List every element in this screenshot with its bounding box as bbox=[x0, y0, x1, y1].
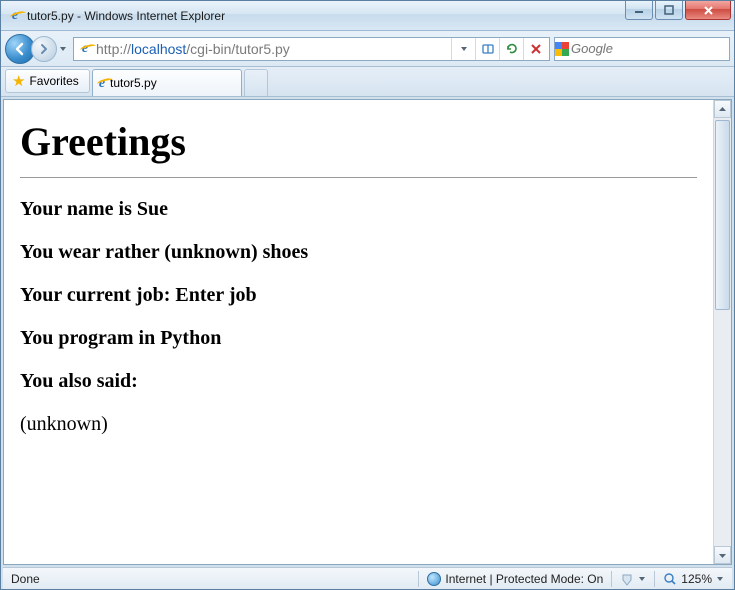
zoom-value: 125% bbox=[681, 572, 712, 586]
content-area: Greetings Your name is Sue You wear rath… bbox=[3, 99, 732, 565]
line-shoes: You wear rather (unknown) shoes bbox=[20, 241, 697, 264]
tab-bar: ★ Favorites e tutor5.py bbox=[1, 67, 734, 97]
stop-button[interactable] bbox=[523, 38, 547, 60]
status-protected-toggle[interactable] bbox=[612, 568, 654, 589]
search-input[interactable] bbox=[569, 40, 735, 57]
url-text[interactable]: http://localhost/cgi-bin/tutor5.py bbox=[94, 41, 451, 57]
tab-favicon: e bbox=[99, 76, 105, 91]
navigation-toolbar: e http://localhost/cgi-bin/tutor5.py bbox=[1, 31, 734, 67]
shield-icon bbox=[620, 572, 634, 586]
line-unknown: (unknown) bbox=[20, 413, 697, 436]
window-buttons bbox=[623, 1, 731, 21]
scroll-thumb[interactable] bbox=[715, 120, 730, 310]
scroll-down-button[interactable] bbox=[714, 546, 731, 564]
chevron-down-icon bbox=[638, 575, 646, 583]
line-job: Your current job: Enter job bbox=[20, 284, 697, 307]
status-zone[interactable]: Internet | Protected Mode: On bbox=[419, 568, 611, 589]
globe-icon bbox=[427, 572, 441, 586]
url-host: localhost bbox=[131, 41, 186, 57]
status-left: Done bbox=[3, 568, 48, 589]
search-box bbox=[554, 37, 730, 61]
compat-view-button[interactable] bbox=[475, 38, 499, 60]
tab-label: tutor5.py bbox=[110, 76, 157, 90]
url-path: /cgi-bin/tutor5.py bbox=[186, 41, 290, 57]
nav-history-dropdown[interactable] bbox=[57, 39, 69, 59]
vertical-scrollbar[interactable] bbox=[713, 100, 731, 564]
tab-active[interactable]: e tutor5.py bbox=[92, 69, 242, 96]
zoom-icon bbox=[663, 572, 677, 586]
maximize-button[interactable] bbox=[655, 1, 683, 20]
status-zone-text: Internet | Protected Mode: On bbox=[445, 572, 603, 586]
page-favicon: e bbox=[76, 42, 94, 56]
url-protocol: http:// bbox=[96, 41, 131, 57]
scroll-up-button[interactable] bbox=[714, 100, 731, 118]
page-body: Greetings Your name is Sue You wear rath… bbox=[4, 100, 713, 564]
favorites-button[interactable]: ★ Favorites bbox=[5, 69, 90, 93]
nav-buttons bbox=[5, 34, 69, 64]
line-name: Your name is Sue bbox=[20, 198, 697, 221]
scroll-track[interactable] bbox=[714, 118, 731, 546]
zoom-control[interactable]: 125% bbox=[655, 568, 732, 589]
forward-button[interactable] bbox=[31, 36, 57, 62]
page-heading: Greetings bbox=[20, 118, 697, 165]
star-icon: ★ bbox=[12, 72, 25, 90]
refresh-button[interactable] bbox=[499, 38, 523, 60]
line-also: You also said: bbox=[20, 370, 697, 393]
search-provider-icon[interactable] bbox=[555, 42, 569, 56]
ie-favicon: e bbox=[7, 8, 23, 24]
chevron-down-icon bbox=[716, 575, 724, 583]
status-left-text: Done bbox=[11, 572, 40, 586]
address-bar[interactable]: e http://localhost/cgi-bin/tutor5.py bbox=[73, 37, 550, 61]
address-dropdown[interactable] bbox=[451, 38, 475, 60]
status-bar: Done Internet | Protected Mode: On 125% bbox=[3, 567, 732, 589]
divider bbox=[20, 177, 697, 178]
favorites-label: Favorites bbox=[29, 74, 78, 88]
new-tab-button[interactable] bbox=[244, 69, 268, 96]
minimize-button[interactable] bbox=[625, 1, 653, 20]
close-button[interactable] bbox=[685, 1, 731, 20]
window-title: tutor5.py - Windows Internet Explorer bbox=[27, 9, 623, 23]
line-lang: You program in Python bbox=[20, 327, 697, 350]
title-bar: e tutor5.py - Windows Internet Explorer bbox=[1, 1, 734, 31]
